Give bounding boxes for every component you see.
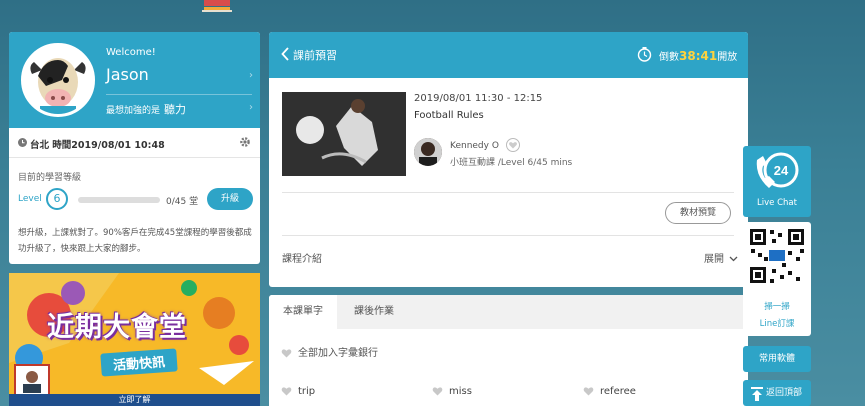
line-qr-widget[interactable]: 掃一掃 Line訂課 <box>743 222 811 336</box>
upgrade-promo-text: 想升級，上課就對了。90%客戶在完成45堂課程的學習後都成功升級了，快來跟上大家… <box>18 228 252 254</box>
phone-24-icon: 24 <box>753 150 801 199</box>
live-chat-label: Live Chat <box>757 198 797 208</box>
course-intro-label: 課程介紹 <box>282 254 322 265</box>
upgrade-button[interactable]: 升級 <box>207 188 253 210</box>
teacher-avatar[interactable] <box>414 138 442 166</box>
add-all-to-word-bank[interactable]: 全部加入字彙銀行 <box>281 344 378 359</box>
countdown-prefix: 倒數 <box>659 52 679 63</box>
live-chat-number: 24 <box>774 163 789 178</box>
course-card: 課前預習 倒數38:41開放 2019/08/01 11:30 - 12:15 … <box>269 32 748 287</box>
event-banner[interactable]: 近期大會堂 活動快訊 立即了解 <box>9 273 260 406</box>
chevron-left-icon[interactable] <box>281 47 289 64</box>
countdown-minutes: 38 <box>679 49 696 63</box>
course-thumbnail[interactable] <box>282 92 406 176</box>
back-to-top-button[interactable]: 返回頂部 <box>743 380 811 406</box>
heart-icon <box>432 387 443 396</box>
level-progress-text: 0/45 堂 <box>166 197 199 207</box>
cow-avatar[interactable] <box>21 43 95 117</box>
gear-icon[interactable] <box>239 136 251 151</box>
timezone-row: 台北 時間2019/08/01 10:48 <box>9 128 260 158</box>
course-title: Football Rules <box>414 110 484 121</box>
favorite-skill[interactable]: 最想加強的是 聽力 <box>106 101 186 117</box>
favorite-teacher-heart-icon[interactable] <box>506 138 520 152</box>
chevron-right-icon[interactable]: › <box>249 70 253 81</box>
back-to-top-label: 返回頂部 <box>766 388 803 398</box>
material-preview-button[interactable]: 教材預覽 <box>665 202 731 224</box>
teacher-name[interactable]: Kennedy O <box>450 141 499 151</box>
qr-line-booking-label: Line訂課 <box>759 319 795 329</box>
vocab-card: 本課單字 課後作業 全部加入字彙銀行 trip miss referee <box>269 295 748 406</box>
expand-toggle[interactable]: 展開 <box>704 250 738 265</box>
profile-card: Welcome! Jason › 最想加強的是 聽力 › 台北 時間2019/08… <box>9 32 260 264</box>
vocab-word[interactable]: trip <box>281 386 315 397</box>
common-software-button[interactable]: 常用軟體 <box>743 346 811 372</box>
countdown-seconds: 41 <box>700 49 718 63</box>
qr-code-icon <box>748 227 806 288</box>
timer-icon <box>637 47 652 65</box>
live-chat-button[interactable]: 24 Live Chat <box>743 146 811 217</box>
arrow-up-icon <box>751 386 763 406</box>
add-all-label: 全部加入字彙銀行 <box>298 348 378 359</box>
vocab-tabs: 本課單字 課後作業 <box>269 295 748 329</box>
countdown: 倒數38:41開放 <box>659 48 737 63</box>
vocab-word-text: miss <box>449 386 472 397</box>
expand-label: 展開 <box>704 254 724 265</box>
level-title: 目前的學習等級 <box>18 173 82 183</box>
vocab-word[interactable]: referee <box>583 386 636 397</box>
course-header: 課前預習 倒數38:41開放 <box>269 32 748 78</box>
vocab-word-text: referee <box>600 386 636 397</box>
vocab-word[interactable]: miss <box>432 386 472 397</box>
header-divider <box>106 94 252 95</box>
favorite-label: 最想加強的是 <box>106 106 161 116</box>
divider <box>282 192 734 193</box>
tab-vocabulary[interactable]: 本課單字 <box>269 295 337 329</box>
vocab-word-text: trip <box>298 386 316 397</box>
course-back-title[interactable]: 課前預習 <box>293 47 337 63</box>
level-badge: 6 <box>46 188 68 210</box>
profile-header: Welcome! Jason › 最想加強的是 聽力 › <box>9 32 260 128</box>
course-date: 2019/08/01 11:30 - 12:15 <box>414 93 543 104</box>
heart-icon <box>583 387 594 396</box>
timezone-text: 台北 時間2019/08/01 10:48 <box>30 140 165 151</box>
heart-icon <box>281 349 292 358</box>
favorite-value: 聽力 <box>164 103 187 116</box>
banner-learn-more[interactable]: 立即了解 <box>9 394 260 406</box>
level-label: Level <box>18 194 42 204</box>
tab-homework[interactable]: 課後作業 <box>337 295 411 329</box>
course-info: 小班互動課 /Level 6/45 mins <box>450 158 573 168</box>
countdown-suffix: 開放 <box>717 52 738 63</box>
top-decoration <box>200 0 234 14</box>
qr-scan-label: 掃一掃 <box>764 302 790 312</box>
chevron-down-icon <box>729 256 738 262</box>
heart-icon <box>281 387 292 396</box>
level-progress-bar <box>78 197 160 203</box>
divider <box>282 235 734 236</box>
chevron-right-icon[interactable]: › <box>249 102 253 113</box>
clock-icon <box>18 138 27 150</box>
username: Jason <box>106 65 149 84</box>
welcome-text: Welcome! <box>106 47 156 58</box>
banner-title: 近期大會堂 <box>47 312 187 343</box>
